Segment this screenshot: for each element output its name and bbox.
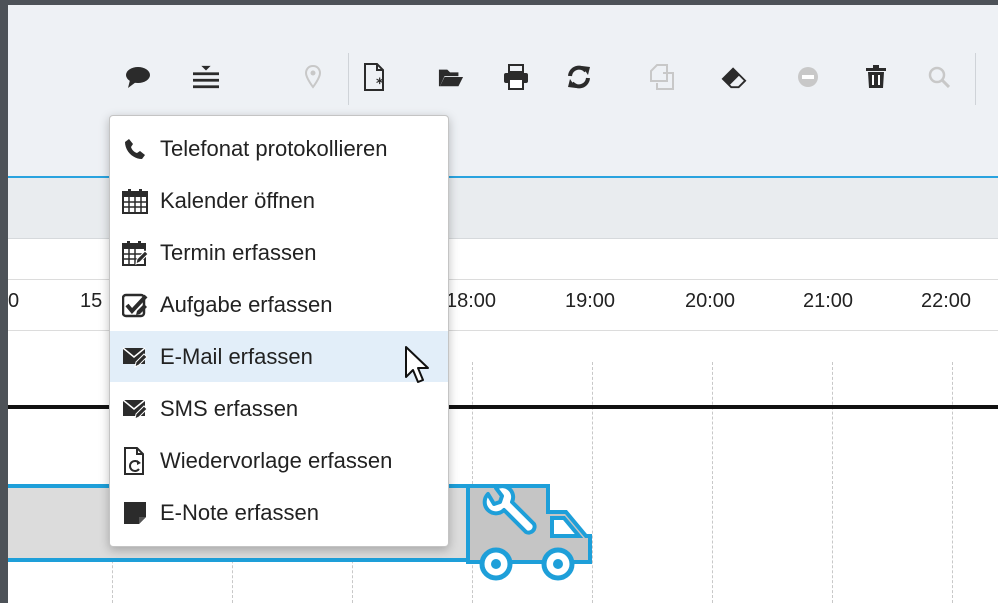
activity-dropdown-menu: Telefonat protokollieren Kalender öffnen… — [109, 115, 449, 547]
copy-icon[interactable] — [649, 63, 675, 91]
toolbar-separator — [348, 53, 349, 105]
time-label: 21:00 — [803, 290, 854, 312]
mouse-cursor-icon — [404, 345, 434, 387]
hour-grid-line — [832, 362, 833, 603]
window-left-border — [0, 0, 8, 603]
menu-item-label: Aufgabe erfassen — [160, 291, 333, 317]
time-label: 20:00 — [685, 290, 736, 312]
menu-item-label: Wiedervorlage erfassen — [160, 447, 393, 473]
menu-item-email[interactable]: E-Mail erfassen — [110, 331, 448, 382]
svg-text:*: * — [376, 76, 384, 91]
print-icon[interactable] — [503, 63, 529, 91]
menu-item-sms[interactable]: SMS erfassen — [110, 383, 448, 434]
phone-icon — [122, 136, 148, 162]
followup-document-icon — [122, 446, 148, 475]
calendar-icon — [122, 188, 148, 214]
time-label: 15 — [80, 290, 103, 312]
map-pin-icon[interactable] — [300, 63, 326, 91]
time-label: 19:00 — [565, 290, 616, 312]
eraser-icon[interactable] — [721, 63, 747, 91]
mail-edit-icon — [122, 344, 148, 370]
task-check-icon — [122, 292, 148, 318]
time-label: 22:00 — [921, 290, 972, 312]
speech-bubble-icon[interactable] — [125, 63, 151, 91]
menu-item-label: Termin erfassen — [160, 239, 317, 265]
menu-item-label: E-Mail erfassen — [160, 343, 313, 369]
menu-item-wiedervorlage[interactable]: Wiedervorlage erfassen — [110, 435, 448, 486]
menu-item-label: Telefonat protokollieren — [160, 135, 388, 161]
refresh-icon[interactable] — [566, 63, 592, 91]
list-icon[interactable] — [193, 63, 219, 91]
hour-grid-line — [712, 362, 713, 603]
menu-item-telefonat[interactable]: Telefonat protokollieren — [110, 123, 448, 174]
menu-item-termin[interactable]: Termin erfassen — [110, 227, 448, 278]
time-label: 18:00 — [446, 290, 497, 312]
sms-edit-icon — [122, 396, 148, 422]
new-document-icon[interactable]: * — [363, 63, 389, 91]
menu-item-kalender[interactable]: Kalender öffnen — [110, 175, 448, 226]
app-frame: * 0 15 18:00 19:00 20:00 21:00 22:00 Tel… — [0, 0, 998, 603]
menu-item-enote[interactable]: E-Note erfassen — [110, 487, 448, 538]
service-truck-icon[interactable] — [466, 484, 594, 584]
time-label: 0 — [8, 290, 20, 312]
menu-item-label: Kalender öffnen — [160, 187, 315, 213]
menu-item-aufgabe[interactable]: Aufgabe erfassen — [110, 279, 448, 330]
menu-item-label: E-Note erfassen — [160, 499, 319, 525]
menu-item-label: SMS erfassen — [160, 395, 299, 421]
hour-grid-line — [952, 362, 953, 603]
trash-icon[interactable] — [863, 63, 889, 91]
window-top-border — [0, 0, 998, 5]
search-icon[interactable] — [926, 63, 952, 91]
minus-circle-icon[interactable] — [795, 63, 821, 91]
toolbar-separator — [975, 53, 976, 105]
note-icon — [122, 500, 148, 526]
open-folder-icon[interactable] — [438, 63, 464, 91]
calendar-edit-icon — [122, 240, 148, 266]
